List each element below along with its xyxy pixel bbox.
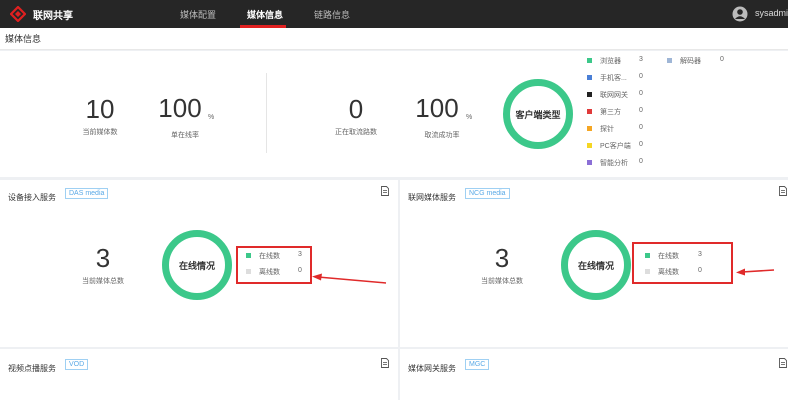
pull-success-value: 100 <box>415 93 459 123</box>
document-icon[interactable] <box>381 358 389 368</box>
legend-item: 第三方 0 <box>587 107 657 117</box>
legend-value: 0 <box>639 158 643 165</box>
media-total: 3 <box>494 243 510 273</box>
legend-value: 0 <box>639 90 643 97</box>
offline-label: 离线数 <box>658 269 679 276</box>
document-icon[interactable] <box>779 186 787 196</box>
legend-swatch <box>246 269 251 274</box>
legend-label: 手机客... <box>600 75 627 82</box>
vod-card: 视频点播服务 VOD <box>0 349 398 400</box>
document-icon[interactable] <box>381 186 389 196</box>
brand-name: 联网共享 <box>33 11 73 22</box>
legend-swatch <box>645 253 650 258</box>
online-value: 3 <box>698 251 702 258</box>
tab-link-info[interactable]: 链路信息 <box>314 8 350 21</box>
legend-label: 联网网关 <box>600 92 628 99</box>
client-type-label: 客户端类型 <box>515 110 561 120</box>
legend-label: 探针 <box>600 126 614 133</box>
legend-swatch <box>246 253 251 258</box>
offline-value: 0 <box>298 267 302 274</box>
legend-label: 浏览器 <box>600 58 621 65</box>
online-rate-value: 100 <box>158 93 202 123</box>
card-tag: NCG media <box>465 188 510 199</box>
legend-swatch <box>587 92 592 97</box>
legend-swatch <box>587 75 592 80</box>
pull-success-label: 取流成功率 <box>424 132 460 139</box>
red-arrow-annotation <box>312 273 387 284</box>
legend-item: 手机客... 0 <box>587 73 657 83</box>
user-name[interactable]: sysadmin <box>755 8 788 18</box>
legend-label: 第三方 <box>600 109 621 116</box>
legend-item: 探针 0 <box>587 124 657 134</box>
card-tag: MGC <box>465 359 490 370</box>
legend-value: 0 <box>639 107 643 114</box>
offline-value: 0 <box>698 267 702 274</box>
legend-value: 0 <box>720 56 724 63</box>
legend-value: 0 <box>639 141 643 148</box>
card-tag: VOD <box>65 359 89 370</box>
current-media-count: 10 <box>85 94 115 124</box>
legend-item: 智能分析 0 <box>587 158 657 168</box>
media-total-label: 当前媒体总数 <box>82 278 124 285</box>
summary-panel: 10 当前媒体数 100 % 单在线率 0 正在取流路数 100 % 取流成功率… <box>0 51 788 177</box>
online-label: 在线数 <box>658 253 679 260</box>
user-avatar-icon[interactable] <box>732 6 748 22</box>
das-media-card: 设备接入服务 DAS media 3 当前媒体总数 在线情况 在线数 3 离线数… <box>0 180 398 347</box>
pull-success-unit: % <box>466 114 473 121</box>
offline-label: 离线数 <box>259 269 280 276</box>
card-title: 联网媒体服务 <box>408 193 456 202</box>
document-icon[interactable] <box>779 358 787 368</box>
legend-label: 解码器 <box>680 58 701 65</box>
card-title: 设备接入服务 <box>8 193 56 202</box>
status-highlight-box <box>632 242 733 284</box>
logo-icon <box>10 6 26 22</box>
pulling-label: 正在取流路数 <box>335 129 377 136</box>
offline-count-row: 离线数 0 <box>645 267 725 277</box>
legend-swatch <box>587 109 592 114</box>
online-label: 在线数 <box>259 253 280 260</box>
media-total-label: 当前媒体总数 <box>481 278 523 285</box>
pulling-count: 0 <box>348 94 364 124</box>
mgc-card: 媒体网关服务 MGC <box>400 349 788 400</box>
card-title: 视频点播服务 <box>8 364 56 373</box>
current-media-label: 当前媒体数 <box>82 129 118 136</box>
legend-item: 联网网关 0 <box>587 90 657 100</box>
page-title: 媒体信息 <box>0 28 788 50</box>
legend-swatch <box>587 143 592 148</box>
top-bar: 联网共享 媒体配置 媒体信息 链路信息 sysadmin <box>0 0 788 28</box>
legend-value: 0 <box>639 124 643 131</box>
offline-count-row: 离线数 0 <box>246 267 306 277</box>
legend-label: 智能分析 <box>600 160 628 167</box>
online-value: 3 <box>298 251 302 258</box>
legend-value: 0 <box>639 73 643 80</box>
legend-swatch <box>667 58 672 63</box>
red-arrow-annotation <box>736 268 775 276</box>
legend-swatch <box>645 269 650 274</box>
legend-item-decoder: 解码器 0 <box>667 56 737 66</box>
legend-value: 3 <box>639 56 643 63</box>
media-total: 3 <box>95 243 111 273</box>
legend-label: PC客户端 <box>600 143 631 150</box>
legend-swatch <box>587 126 592 131</box>
online-rate-label: 单在线率 <box>171 132 199 139</box>
legend-swatch <box>587 58 592 63</box>
online-status-label: 在线情况 <box>577 261 614 271</box>
online-rate-unit: % <box>208 114 215 121</box>
online-count-row: 在线数 3 <box>246 251 306 261</box>
tab-media-info[interactable]: 媒体信息 <box>247 8 283 21</box>
card-title: 媒体网关服务 <box>408 364 456 373</box>
ncg-media-card: 联网媒体服务 NCG media 3 当前媒体总数 在线情况 在线数 3 离线数… <box>400 180 788 347</box>
summary-divider <box>266 73 267 153</box>
online-status-label: 在线情况 <box>178 261 215 271</box>
legend-item: PC客户端 0 <box>587 141 657 151</box>
tab-media-config[interactable]: 媒体配置 <box>180 8 216 21</box>
card-tag: DAS media <box>65 188 109 199</box>
legend-swatch <box>587 160 592 165</box>
legend-item: 浏览器 3 <box>587 56 657 66</box>
online-count-row: 在线数 3 <box>645 251 725 261</box>
